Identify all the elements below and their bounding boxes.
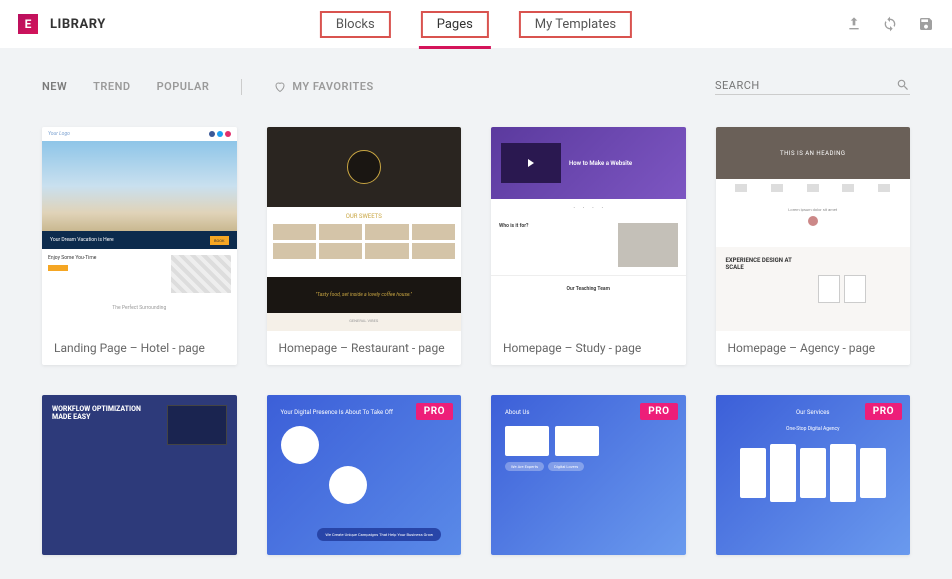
thumb-b3-tag: Digital Lovers (548, 462, 584, 471)
thumb-logo: Your Logo (48, 131, 70, 137)
thumb-foot: GENERAL VIBES (267, 313, 462, 331)
search-wrap (715, 78, 910, 95)
thumb-hero-heading: THIS IS AN HEADING (716, 127, 911, 179)
template-thumbnail: Your Logo Your Dream Vacation is HereBOO… (42, 127, 237, 331)
thumb-team-title: Our Teaching Team (491, 275, 686, 331)
elementor-logo: E (18, 14, 38, 34)
template-card[interactable]: PRO Our ServicesOne-Stop Digital Agency (716, 395, 911, 555)
active-tab-indicator (419, 46, 491, 49)
template-thumbnail: THIS IS AN HEADING Lorem ipsum dolor sit… (716, 127, 911, 331)
template-thumbnail: WORKFLOW OPTIMIZATION MADE EASY (42, 395, 237, 555)
thumb-sweets-title: OUR SWEETS (346, 213, 382, 220)
tab-label: Pages (437, 17, 473, 32)
template-thumbnail: PRO Our ServicesOne-Stop Digital Agency (716, 395, 911, 555)
thumb-foot: The Perfect Surrounding (42, 299, 237, 331)
pro-badge: PRO (640, 403, 677, 420)
pro-badge: PRO (416, 403, 453, 420)
template-card[interactable]: How to Make a Website •••• Who is it for… (491, 127, 686, 365)
template-card[interactable]: Your Logo Your Dream Vacation is HereBOO… (42, 127, 237, 365)
pro-badge: PRO (865, 403, 902, 420)
search-icon[interactable] (896, 78, 910, 92)
filter-favorites[interactable]: MY FAVORITES (274, 80, 373, 93)
filter-divider (241, 79, 242, 95)
tab-pages[interactable]: Pages (421, 11, 489, 38)
thumb-bar-text: Your Dream Vacation is Here (50, 237, 114, 243)
tab-label: My Templates (535, 17, 616, 32)
tab-blocks[interactable]: Blocks (320, 11, 391, 38)
template-caption: Homepage – Study - page (491, 331, 686, 365)
favorites-label: MY FAVORITES (292, 80, 373, 93)
save-icon[interactable] (918, 16, 934, 32)
library-title: LIBRARY (50, 17, 106, 32)
filter-trend[interactable]: TREND (93, 80, 130, 93)
sync-icon[interactable] (882, 16, 898, 32)
thumb-b3-tag: We Are Experts (505, 462, 544, 471)
template-card[interactable]: PRO Your Digital Presence Is About To Ta… (267, 395, 462, 555)
header-tabs: Blocks Pages My Templates (320, 0, 632, 48)
thumb-b1-title: WORKFLOW OPTIMIZATION MADE EASY (52, 405, 157, 421)
template-grid: Your Logo Your Dream Vacation is HereBOO… (0, 103, 952, 579)
template-thumbnail: How to Make a Website •••• Who is it for… (491, 127, 686, 331)
template-thumbnail: OUR SWEETS "Tasty food, set inside a lov… (267, 127, 462, 331)
template-caption: Landing Page – Hotel - page (42, 331, 237, 365)
template-card[interactable]: PRO About UsWe Are ExpertsDigital Lovers (491, 395, 686, 555)
template-card[interactable]: THIS IS AN HEADING Lorem ipsum dolor sit… (716, 127, 911, 365)
template-card[interactable]: OUR SWEETS "Tasty food, set inside a lov… (267, 127, 462, 365)
thumb-sec-title: Enjoy Some You-Time (48, 255, 96, 261)
thumb-b4-sub: One-Stop Digital Agency (726, 426, 901, 432)
thumb-exp-title: EXPERIENCE DESIGN AT SCALE (726, 257, 808, 321)
template-caption: Homepage – Agency - page (716, 331, 911, 365)
thumb-hero-text: How to Make a Website (569, 160, 632, 167)
filter-group: NEW TREND POPULAR MY FAVORITES (42, 79, 374, 95)
heart-icon (274, 81, 286, 93)
thumb-b2-pill: We Create Unique Campaigns That Help You… (317, 528, 441, 541)
template-caption: Homepage – Restaurant - page (267, 331, 462, 365)
search-input[interactable] (715, 79, 896, 92)
tab-my-templates[interactable]: My Templates (519, 11, 632, 38)
filter-bar: NEW TREND POPULAR MY FAVORITES (0, 48, 952, 103)
filter-popular[interactable]: POPULAR (157, 80, 210, 93)
thumb-who-title: Who is it for? (499, 223, 610, 267)
tab-label: Blocks (336, 17, 375, 32)
upload-icon[interactable] (846, 16, 862, 32)
template-thumbnail: PRO Your Digital Presence Is About To Ta… (267, 395, 462, 555)
header-actions (846, 16, 934, 32)
library-header: E LIBRARY Blocks Pages My Templates (0, 0, 952, 48)
template-thumbnail: PRO About UsWe Are ExpertsDigital Lovers (491, 395, 686, 555)
thumb-quote: "Tasty food, set inside a lovely coffee … (267, 277, 462, 313)
filter-new[interactable]: NEW (42, 80, 67, 93)
template-card[interactable]: WORKFLOW OPTIMIZATION MADE EASY (42, 395, 237, 555)
